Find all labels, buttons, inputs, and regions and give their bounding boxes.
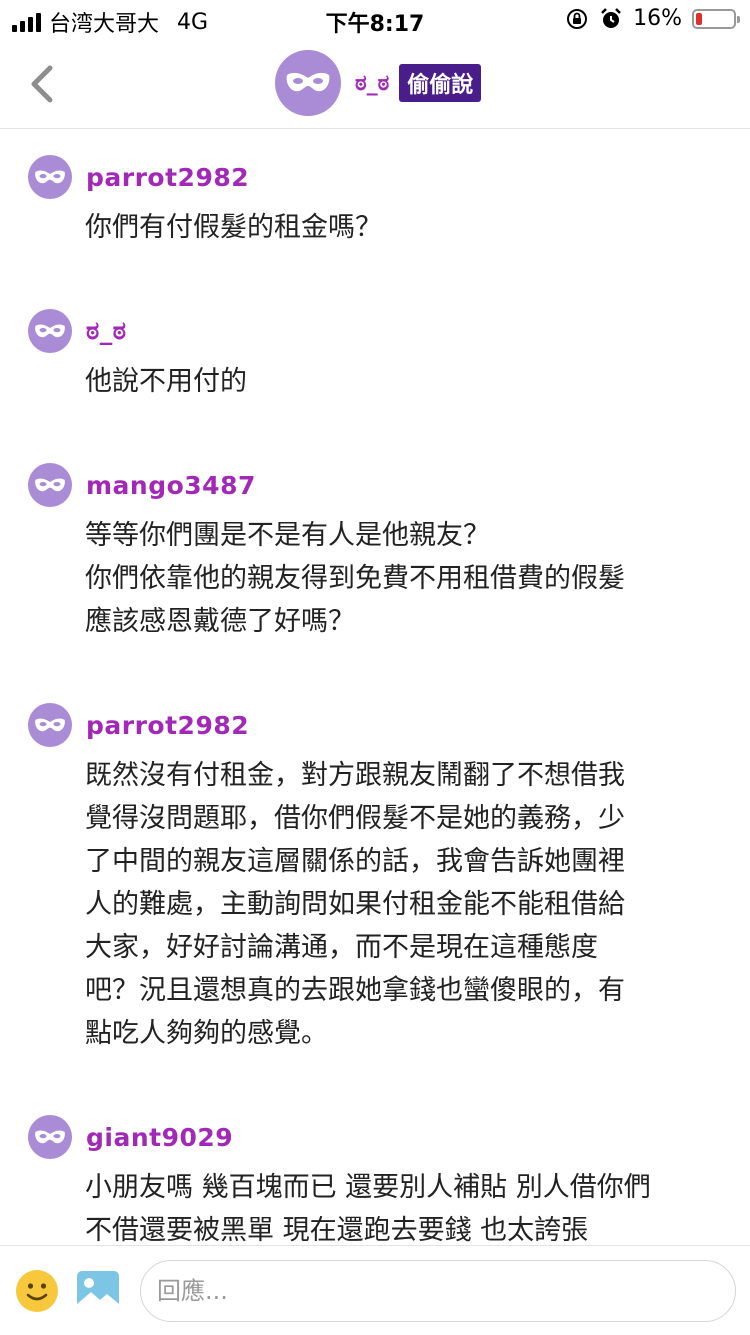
smiley-icon <box>26 1283 48 1301</box>
commenter-avatar[interactable] <box>28 1115 72 1159</box>
comment-username[interactable]: ಠ_ಠ <box>86 316 126 346</box>
reply-composer <box>0 1245 750 1335</box>
comment-text: 他說不用付的 <box>85 366 247 397</box>
chevron-left-icon <box>31 65 53 103</box>
mask-icon <box>35 477 65 491</box>
mask-icon <box>286 72 330 92</box>
comment-header: ಠ_ಠ <box>28 308 722 354</box>
commenter-avatar[interactable] <box>28 463 72 507</box>
emoji-button[interactable] <box>16 1270 58 1312</box>
comment-item: giant9029 小朋友嗎 幾百塊而已 還要別人補貼 別人借你們 不借還要被黑… <box>0 1089 750 1245</box>
status-bar: 台湾大哥大 4G 下午8:17 16% <box>0 0 750 40</box>
image-icon <box>77 1271 119 1311</box>
comment-text: 小朋友嗎 幾百塊而已 還要別人補貼 別人借你們 不借還要被黑單 現在還跑去要錢 … <box>85 1172 651 1245</box>
orientation-lock-icon <box>567 8 588 29</box>
comment-username[interactable]: mango3487 <box>86 471 256 500</box>
comment-header: mango3487 <box>28 462 722 508</box>
comment-text: 既然沒有付租金，對方跟親友鬧翻了不想借我 覺得沒問題耶，借你們假髮不是她的義務，… <box>85 760 625 1049</box>
commenter-avatar[interactable] <box>28 155 72 199</box>
image-button[interactable] <box>76 1270 120 1312</box>
mask-icon <box>35 717 65 731</box>
mask-icon <box>35 323 65 337</box>
battery-level <box>696 12 702 25</box>
comment-header: parrot2982 <box>28 154 722 200</box>
comment-item: ಠ_ಠ 他說不用付的 <box>0 283 750 403</box>
mask-icon <box>35 1129 65 1143</box>
post-header: ಠ_ಠ 偷偷說 <box>0 40 750 129</box>
alarm-icon <box>601 7 621 28</box>
comment-list: parrot2982 你們有付假髮的租金嗎？ ಠ_ಠ 他說不用付的 mango3… <box>0 129 750 1245</box>
commenter-avatar[interactable] <box>28 703 72 747</box>
comment-text: 等等你們團是不是有人是他親友？ 你們依靠他的親友得到免費不用租借費的假髮 應該感… <box>85 520 625 637</box>
author-avatar[interactable] <box>275 50 341 116</box>
comment-username[interactable]: parrot2982 <box>86 711 249 740</box>
comment-username[interactable]: parrot2982 <box>86 163 249 192</box>
battery-percent: 16% <box>633 6 682 31</box>
post-author[interactable]: ಠ_ಠ 偷偷說 <box>275 50 482 116</box>
author-name[interactable]: ಠ_ಠ <box>355 71 389 96</box>
back-button[interactable] <box>24 62 64 106</box>
commenter-avatar[interactable] <box>28 309 72 353</box>
comment-header: giant9029 <box>28 1114 722 1160</box>
battery-icon <box>692 8 740 29</box>
comment-username[interactable]: giant9029 <box>86 1123 233 1152</box>
comment-item: parrot2982 你們有付假髮的租金嗎？ <box>0 129 750 249</box>
anonymous-badge: 偷偷說 <box>399 64 482 102</box>
comment-item: parrot2982 既然沒有付租金，對方跟親友鬧翻了不想借我 覺得沒問題耶，借… <box>0 677 750 1055</box>
comment-item: mango3487 等等你們團是不是有人是他親友？ 你們依靠他的親友得到免費不用… <box>0 437 750 643</box>
mask-icon <box>35 169 65 183</box>
comment-text: 你們有付假髮的租金嗎？ <box>85 212 382 243</box>
comment-header: parrot2982 <box>28 702 722 748</box>
status-right: 16% <box>565 6 740 31</box>
reply-input[interactable] <box>140 1260 736 1322</box>
